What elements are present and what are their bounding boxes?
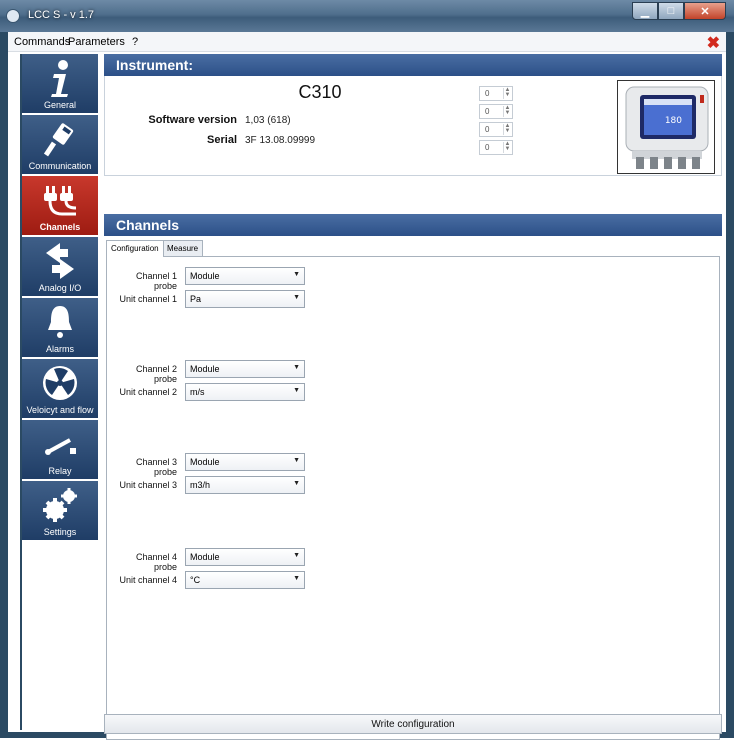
sidebar: General Communication Channels Analog I/… [20,54,98,730]
menu-parameters[interactable]: Parameters [68,36,125,48]
serial-value: 3F 13.08.09999 [245,135,316,146]
main-panel: Instrument: C310 Software version 1,03 (… [104,54,722,740]
software-version-value: 1,03 (618) [245,115,291,126]
unit-channel-3-select[interactable]: m3/h ▼ [185,476,305,494]
instrument-info: C310 Software version 1,03 (618) Serial … [104,76,722,176]
channels-tabs: Configuration Measure Channel 1 probe Mo… [104,236,722,740]
sidebar-item-settings[interactable]: Settings [22,481,98,541]
unit-channel-4-label: Unit channel 4 [119,575,177,585]
spinner-value: 0 [485,107,490,116]
network-cable-icon [22,119,98,159]
chevron-down-icon: ▼ [293,480,300,487]
chevron-down-icon: ▼ [293,271,300,278]
select-value: Module [190,552,220,562]
spinner-4[interactable]: 0 ▲ ▼ [479,140,513,155]
chevron-down-icon: ▼ [293,387,300,394]
menu-bar: Commands Parameters ? ✖ [8,32,726,52]
sidebar-item-alarms[interactable]: Alarms [22,298,98,358]
spinner-1[interactable]: 0 ▲ ▼ [479,86,513,101]
sidebar-item-analog-io[interactable]: Analog I/O [22,237,98,297]
channel-4-probe-select[interactable]: Module ▼ [185,548,305,566]
select-value: Module [190,364,220,374]
window-close-button[interactable]: ✕ [684,2,726,20]
tab-configuration[interactable]: Configuration [106,240,164,257]
switch-icon [22,424,98,464]
unit-channel-4-select[interactable]: °C ▼ [185,571,305,589]
unit-channel-2-label: Unit channel 2 [119,387,177,397]
spinner-value: 0 [485,143,490,152]
spinner-2[interactable]: 0 ▲ ▼ [479,104,513,119]
channel-1-probe-label: Channel 1 probe [135,271,177,291]
select-value: m/s [190,387,205,397]
sidebar-item-relay[interactable]: Relay [22,420,98,480]
unit-channel-2-select[interactable]: m/s ▼ [185,383,305,401]
chevron-down-icon: ▼ [293,364,300,371]
select-value: m3/h [190,480,211,490]
sidebar-item-label: Veloicyt and flow [26,405,94,415]
instrument-header: Instrument: [104,54,722,76]
sidebar-item-label: Channels [39,222,81,232]
close-icon[interactable]: ✖ [707,33,720,53]
app-window: LCC S - v 1.7 ▁ □ ✕ Commands Parameters … [0,0,734,740]
write-configuration-button[interactable]: Write configuration [104,714,722,734]
app-icon [6,9,20,23]
spin-arrows-icon[interactable]: ▲ ▼ [503,141,511,153]
unit-channel-1-label: Unit channel 1 [119,294,177,304]
model-name: C310 [298,82,342,102]
client-area: Commands Parameters ? ✖ General Communic… [8,32,726,740]
device-image: 180 [617,80,715,174]
gears-icon [22,485,98,525]
spin-arrows-icon[interactable]: ▲ ▼ [503,123,511,135]
sidebar-item-communication[interactable]: Communication [22,115,98,175]
sidebar-item-velocity-flow[interactable]: Veloicyt and flow [22,359,98,419]
tab-measure[interactable]: Measure [162,240,204,256]
select-value: °C [190,575,201,585]
window-controls: ▁ □ ✕ [632,2,726,20]
unit-channel-1-select[interactable]: Pa ▼ [185,290,305,308]
minimize-button[interactable]: ▁ [632,2,658,20]
spin-arrows-icon[interactable]: ▲ ▼ [503,105,511,117]
bell-icon [22,302,98,342]
configuration-panel: Channel 1 probe Module ▼ Unit channel 1 P… [106,256,720,740]
select-value: Pa [190,294,202,304]
title-bar[interactable]: LCC S - v 1.7 ▁ □ ✕ [0,0,734,32]
channel-2-probe-label: Channel 2 probe [135,364,177,384]
arrows-icon [22,241,98,281]
unit-channel-3-label: Unit channel 3 [119,480,177,490]
chevron-down-icon: ▼ [293,457,300,464]
spinner-value: 0 [485,89,490,98]
sidebar-item-general[interactable]: General [22,54,98,114]
sidebar-item-label: Settings [43,527,77,537]
sidebar-item-label: Relay [48,466,72,476]
serial-label: Serial [207,134,237,146]
spin-arrows-icon[interactable]: ▲ ▼ [503,87,511,99]
channel-1-probe-select[interactable]: Module ▼ [185,267,305,285]
channel-3-probe-select[interactable]: Module ▼ [185,453,305,471]
chevron-down-icon: ▼ [293,294,300,301]
channels-header: Channels [104,214,722,236]
sidebar-item-label: General [43,100,77,110]
spinner-value: 0 [485,125,490,134]
device-display-value: 180 [665,116,682,126]
chevron-down-icon: ▼ [293,552,300,559]
fan-icon [22,363,98,403]
channel-2-probe-select[interactable]: Module ▼ [185,360,305,378]
maximize-button[interactable]: □ [658,2,684,20]
sidebar-item-label: Analog I/O [38,283,82,293]
chevron-down-icon: ▼ [293,575,300,582]
menu-help[interactable]: ? [132,36,138,48]
channel-3-probe-label: Channel 3 probe [135,457,177,477]
sidebar-item-label: Alarms [45,344,74,354]
software-version-label: Software version [148,114,237,126]
spinner-3[interactable]: 0 ▲ ▼ [479,122,513,137]
sidebar-item-channels[interactable]: Channels [22,176,98,236]
info-icon [22,58,98,98]
channel-4-probe-label: Channel 4 probe [135,552,177,572]
menu-commands[interactable]: Commands [14,36,70,48]
window-title: LCC S - v 1.7 [28,9,95,21]
select-value: Module [190,271,220,281]
plug-icon [22,180,98,220]
select-value: Module [190,457,220,467]
sidebar-item-label: Communication [28,161,92,171]
